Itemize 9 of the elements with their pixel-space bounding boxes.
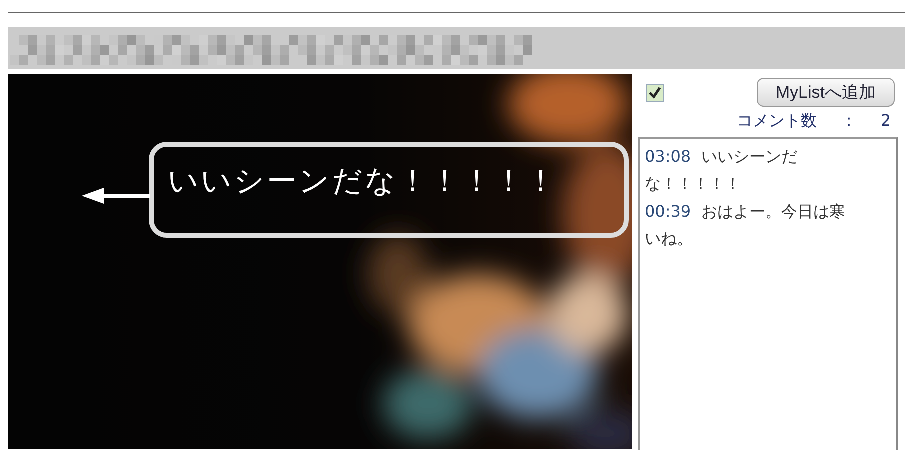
comment-entry[interactable]: 00:39 おはよー。今日は寒いね。 bbox=[645, 198, 855, 252]
checkbox[interactable] bbox=[646, 84, 664, 102]
comment-count: 2 bbox=[880, 111, 891, 132]
arrow-icon bbox=[82, 187, 150, 205]
comment-entry[interactable]: 03:08 いいシーンだな！！！！！ bbox=[645, 143, 855, 197]
comment-count-label: コメント数 bbox=[736, 111, 817, 132]
overlay-comment: いいシーンだな！！！！！ bbox=[168, 163, 558, 201]
separator-text: ： bbox=[840, 111, 858, 132]
add-to-mylist-button[interactable]: MyListへ追加 bbox=[756, 78, 895, 107]
